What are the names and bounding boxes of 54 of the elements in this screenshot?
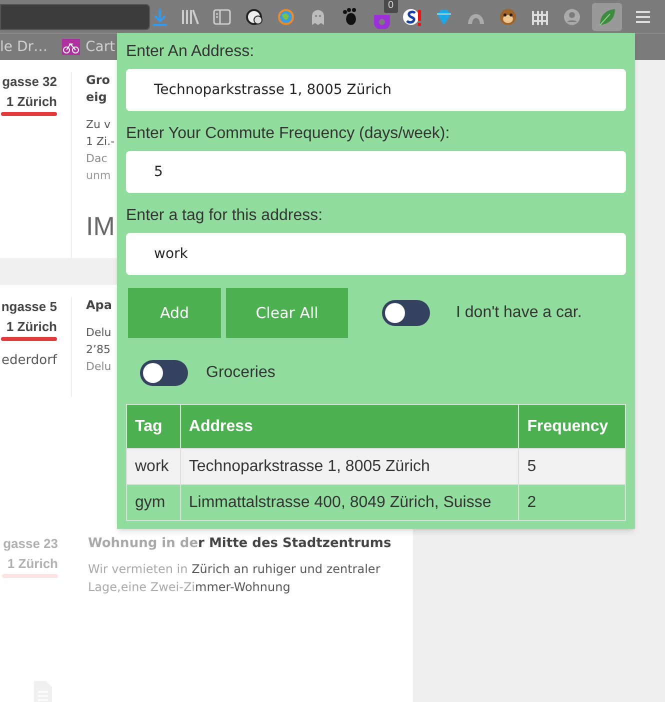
listing-text: Delu — [86, 325, 112, 341]
bike-icon — [62, 39, 80, 55]
field-label: Enter a tag for this address: — [126, 207, 324, 225]
user-icon[interactable] — [562, 6, 582, 26]
district-text: ederdorf — [2, 352, 57, 370]
underline-bar — [1, 337, 57, 341]
sidebar-icon[interactable] — [212, 6, 232, 26]
toggle-switch[interactable] — [140, 360, 188, 386]
leaf-icon[interactable] — [597, 6, 617, 26]
circle-logo-icon[interactable] — [244, 6, 264, 26]
url-field[interactable] — [0, 4, 150, 30]
listing-text: 1 Zi.- — [86, 134, 116, 150]
table-cell: 2 — [518, 484, 626, 520]
globe-icon[interactable] — [276, 6, 296, 26]
extension-button[interactable] — [592, 2, 622, 30]
underline-bar — [1, 112, 57, 116]
logo-text: IM — [86, 210, 116, 242]
add-button[interactable]: Add — [128, 288, 221, 338]
street-text: ngasse 5 — [1, 298, 57, 316]
city-text: 1 Zürich — [6, 318, 57, 336]
street-text: gasse 32 — [2, 73, 57, 91]
listing-text: Dac — [86, 151, 108, 167]
input-field[interactable]: work — [126, 233, 626, 275]
bookmark-link[interactable]: Cart — [86, 36, 116, 58]
table-cell: Limmattalstrasse 400, 8049 Zürich, Suisse — [180, 484, 519, 520]
input-field[interactable]: Technoparkstrasse 1, 8005 Zürich — [126, 69, 626, 111]
table-cell: gym — [126, 484, 180, 520]
listing-text: Delu — [86, 359, 112, 375]
city-text: 1 Zürich — [6, 93, 57, 111]
library-icon[interactable] — [180, 6, 200, 26]
listing-title: Apa — [86, 297, 113, 314]
field-label: Enter Your Commute Frequency (days/week): — [126, 125, 451, 143]
toggle-label: I don't have a car. — [456, 303, 582, 323]
column-header: Tag — [126, 404, 180, 448]
toggle-label: Groceries — [206, 363, 276, 383]
listing-title: eig — [86, 89, 108, 106]
bookmark-link[interactable]: le Dr… — [0, 36, 48, 58]
column-header: Address — [180, 404, 519, 448]
street-text: gasse 23 — [3, 535, 58, 553]
field-label: Enter An Address: — [126, 43, 256, 61]
listing-description: Wir vermieten in Zürich an ruhiger und zentraler Lage,eine Zwei-Zimmer-Wohnung — [88, 561, 382, 596]
s-logo-icon[interactable] — [402, 6, 422, 26]
city-text: 1 Zürich — [7, 555, 58, 573]
listing-title: Wohnung in der Mitte des Stadtzentrums — [88, 535, 392, 553]
listing-text: 2’85 — [86, 342, 112, 358]
clear-all-button[interactable]: Clear All — [226, 288, 348, 338]
listing-text: unm — [86, 168, 112, 184]
listing-text: Zu v — [86, 117, 112, 133]
download-icon[interactable] — [150, 6, 170, 26]
monkey-icon[interactable] — [498, 6, 518, 26]
input-field[interactable]: 5 — [126, 151, 626, 193]
listing-title: Gro — [86, 72, 112, 89]
toggle-switch[interactable] — [382, 300, 430, 326]
counter-badge: 0 — [384, 0, 398, 12]
